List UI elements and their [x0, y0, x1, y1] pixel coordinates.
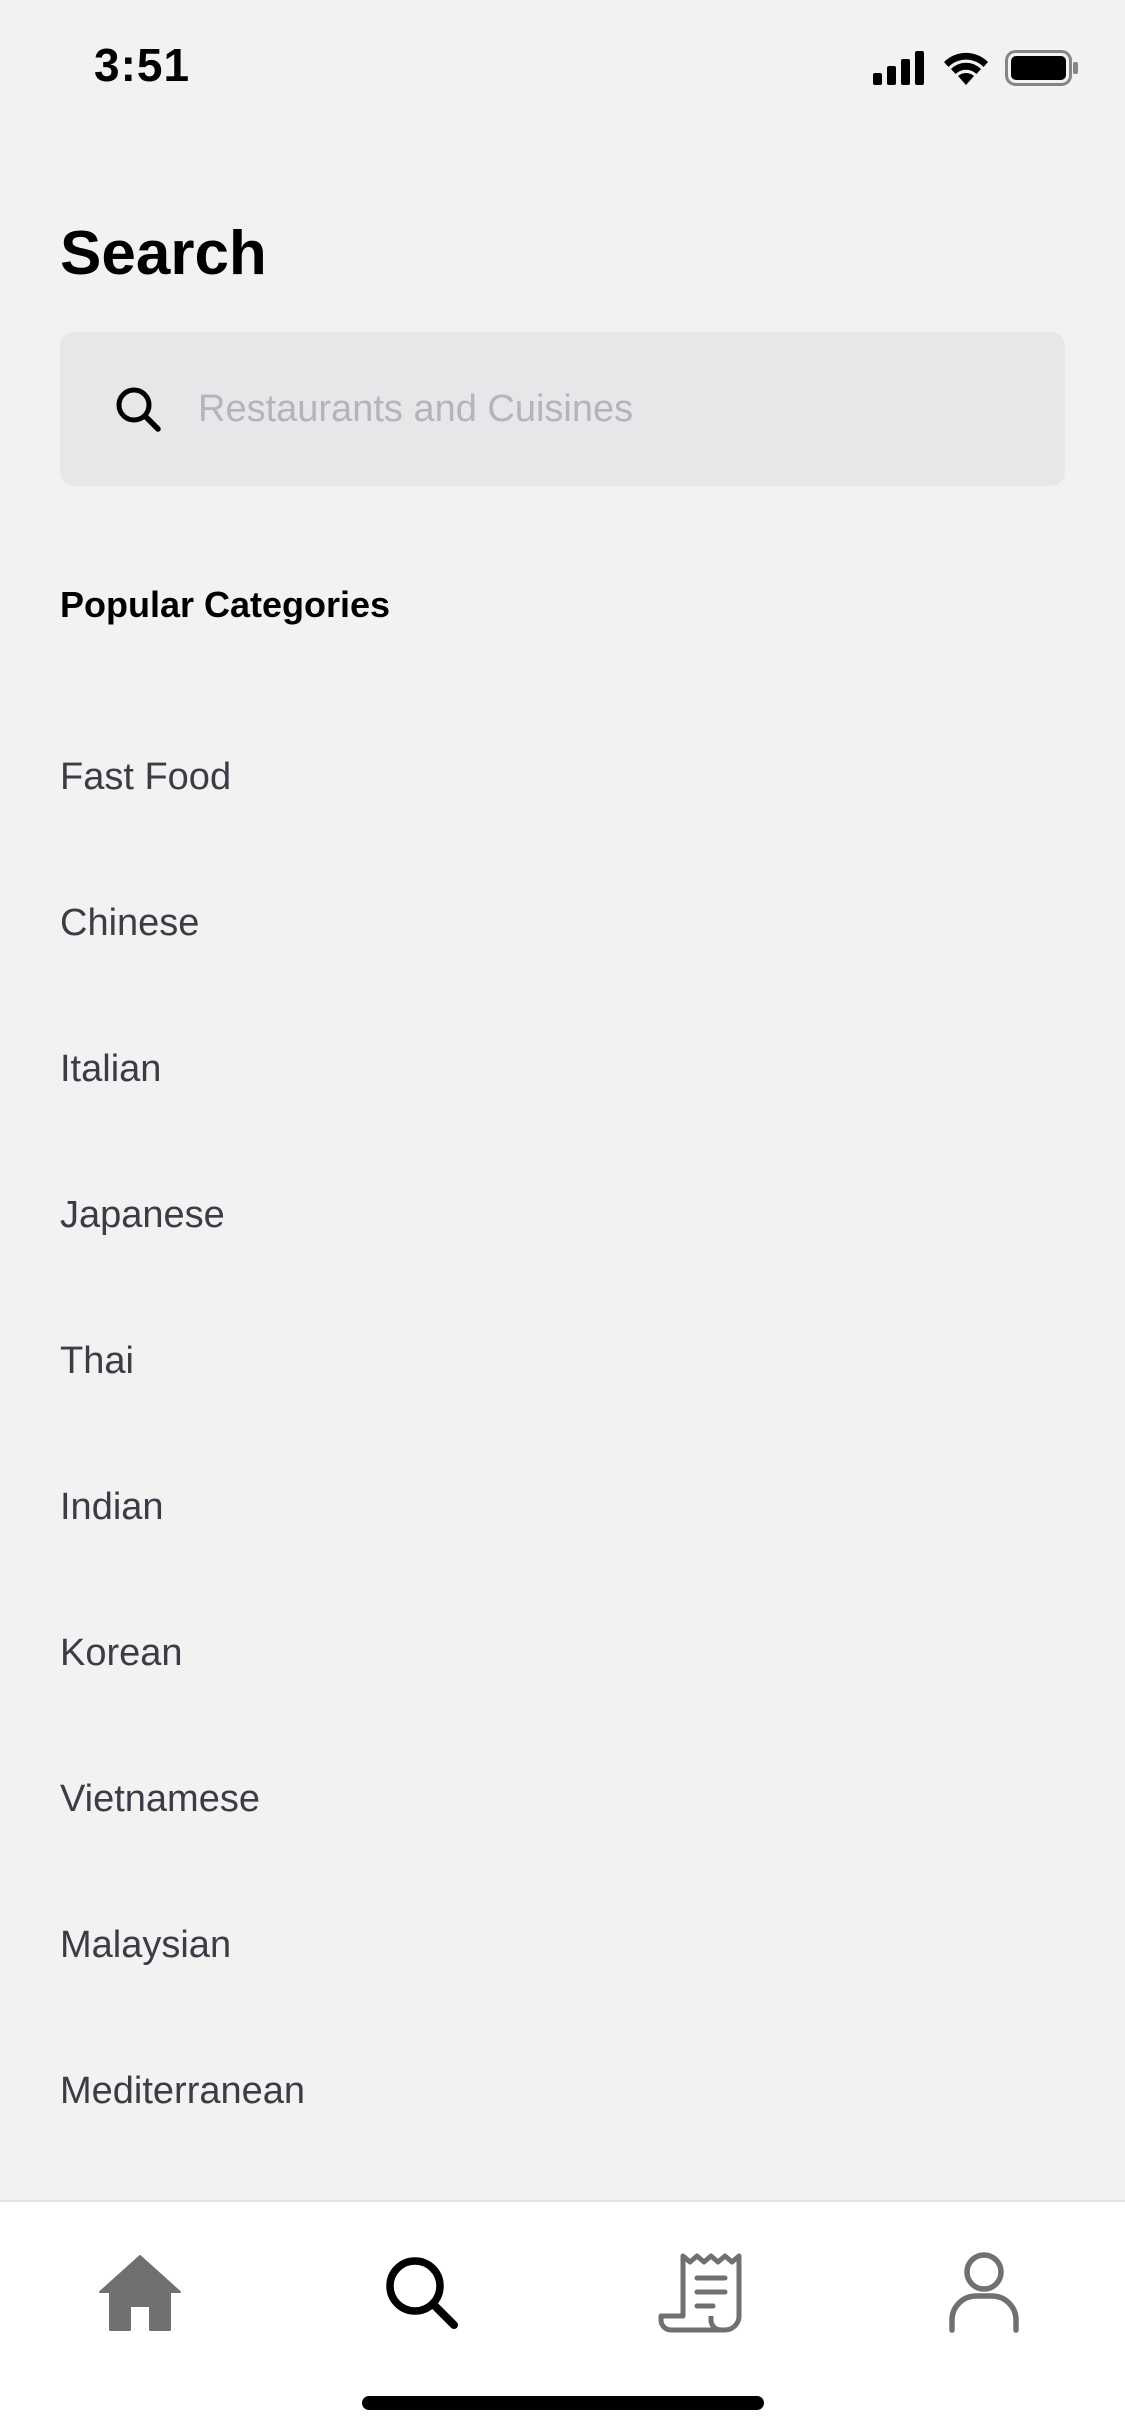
status-bar: 3:51	[0, 0, 1125, 140]
wifi-icon	[944, 52, 988, 85]
category-item-fast-food[interactable]: Fast Food	[0, 704, 1125, 850]
category-item-korean[interactable]: Korean	[0, 1580, 1125, 1726]
search-box[interactable]	[60, 332, 1065, 486]
tab-orders[interactable]	[631, 2232, 771, 2352]
status-icons	[873, 48, 1079, 88]
category-item-indian[interactable]: Indian	[0, 1434, 1125, 1580]
receipt-icon	[658, 2253, 742, 2333]
category-item-vietnamese[interactable]: Vietnamese	[0, 1726, 1125, 1872]
search-input[interactable]	[198, 387, 1018, 431]
category-item-malaysian[interactable]: Malaysian	[0, 1872, 1125, 2018]
tab-account[interactable]	[914, 2232, 1054, 2352]
category-item-mediterranean[interactable]: Mediterranean	[0, 2018, 1125, 2164]
tab-home[interactable]	[70, 2232, 210, 2352]
category-item-italian[interactable]: Italian	[0, 996, 1125, 1142]
search-icon	[110, 381, 166, 437]
user-icon	[949, 2252, 1019, 2333]
tab-search[interactable]	[351, 2232, 491, 2352]
category-list: Fast Food Chinese Italian Japanese Thai …	[0, 704, 1125, 2164]
category-item-chinese[interactable]: Chinese	[0, 850, 1125, 996]
category-item-japanese[interactable]: Japanese	[0, 1142, 1125, 1288]
status-time: 3:51	[94, 39, 191, 91]
search-icon	[386, 2257, 458, 2329]
page-title: Search	[60, 219, 267, 288]
popular-categories-heading: Popular Categories	[60, 584, 391, 625]
battery-icon	[1005, 50, 1078, 86]
category-item-thai[interactable]: Thai	[0, 1288, 1125, 1434]
home-indicator[interactable]	[362, 2396, 764, 2410]
home-icon	[99, 2255, 181, 2331]
cellular-signal-icon	[873, 51, 924, 85]
